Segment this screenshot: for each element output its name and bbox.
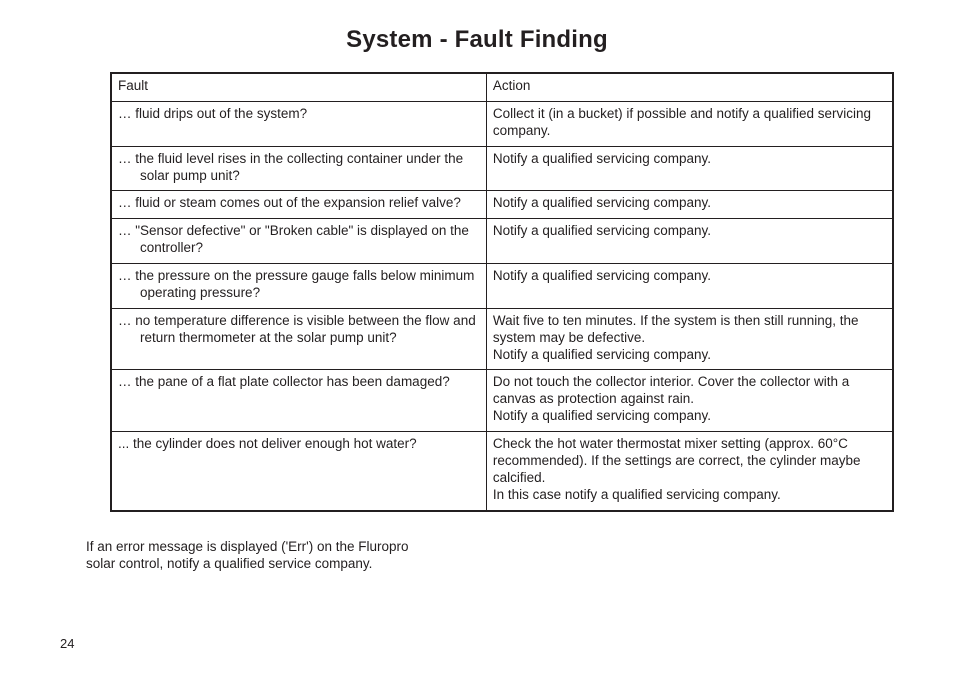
fault-table: Fault Action … fluid drips out of the sy… — [111, 73, 893, 511]
action-cell: Do not touch the collector interior. Cov… — [486, 370, 892, 432]
table-row: … the fluid level rises in the collectin… — [112, 146, 893, 191]
footer-note: If an error message is displayed ('Err')… — [86, 538, 466, 573]
col-header-action: Action — [486, 74, 892, 102]
col-header-fault: Fault — [112, 74, 487, 102]
fault-cell: … the fluid level rises in the collectin… — [112, 146, 487, 191]
page-number: 24 — [60, 636, 74, 651]
action-cell: Wait five to ten minutes. If the system … — [486, 308, 892, 370]
action-cell: Notify a qualified servicing company. — [486, 219, 892, 264]
fault-cell: … the pane of a flat plate collector has… — [112, 370, 487, 432]
fault-cell: … no temperature difference is visible b… — [112, 308, 487, 370]
note-line: solar control, notify a qualified servic… — [86, 556, 372, 571]
table-row: … fluid drips out of the system? Collect… — [112, 101, 893, 146]
table-row: … fluid or steam comes out of the expans… — [112, 191, 893, 219]
table-row: … "Sensor defective" or "Broken cable" i… — [112, 219, 893, 264]
fault-cell: … fluid drips out of the system? — [112, 101, 487, 146]
table-header-row: Fault Action — [112, 74, 893, 102]
table-row: … the pressure on the pressure gauge fal… — [112, 264, 893, 309]
fault-cell: … fluid or steam comes out of the expans… — [112, 191, 487, 219]
action-cell: Notify a qualified servicing company. — [486, 191, 892, 219]
action-cell: Notify a qualified servicing company. — [486, 264, 892, 309]
table-row: … no temperature difference is visible b… — [112, 308, 893, 370]
note-line: If an error message is displayed ('Err')… — [86, 539, 409, 554]
page-title: System - Fault Finding — [50, 26, 904, 54]
table-row: ... the cylinder does not deliver enough… — [112, 432, 893, 511]
fault-cell: ... the cylinder does not deliver enough… — [112, 432, 487, 511]
page: System - Fault Finding Fault Action … fl… — [0, 0, 954, 673]
fault-table-wrapper: Fault Action … fluid drips out of the sy… — [110, 72, 894, 512]
fault-cell: … the pressure on the pressure gauge fal… — [112, 264, 487, 309]
action-cell: Notify a qualified servicing company. — [486, 146, 892, 191]
action-cell: Check the hot water thermostat mixer set… — [486, 432, 892, 511]
action-cell: Collect it (in a bucket) if possible and… — [486, 101, 892, 146]
fault-cell: … "Sensor defective" or "Broken cable" i… — [112, 219, 487, 264]
table-row: … the pane of a flat plate collector has… — [112, 370, 893, 432]
